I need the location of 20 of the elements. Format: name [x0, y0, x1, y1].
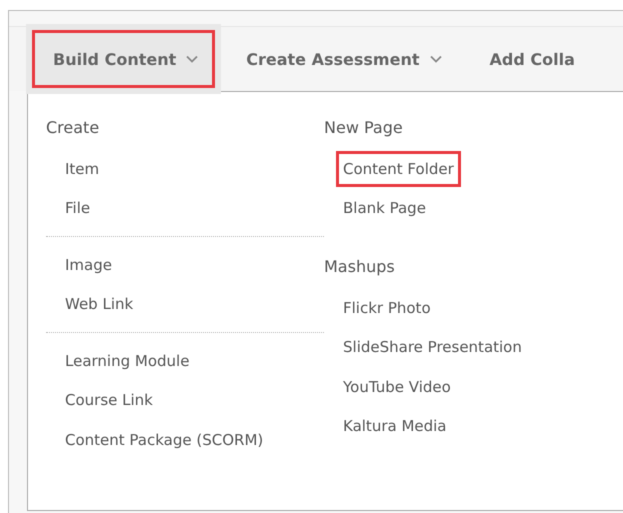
menu-item[interactable]: Flickr Photo: [336, 290, 438, 326]
menu-item[interactable]: Course Link: [58, 382, 160, 418]
menu-item[interactable]: Web Link: [58, 286, 140, 322]
menu-tab[interactable]: Add Colla: [468, 30, 592, 88]
menu-item[interactable]: Image: [58, 246, 119, 283]
menu-item[interactable]: Content Folder: [336, 150, 461, 187]
menu-heading: Mashups: [324, 256, 396, 278]
caret-icon: [186, 55, 198, 63]
menu-heading: New Page: [324, 117, 404, 139]
menu-item[interactable]: YouTube Video: [336, 368, 458, 405]
menu-heading: Create: [46, 117, 100, 139]
menu-tab[interactable]: Create Assessment: [225, 30, 458, 88]
menu-item[interactable]: Learning Module: [58, 342, 196, 379]
menu-item[interactable]: Content Package (SCORM): [58, 422, 270, 458]
caret-icon: [430, 55, 442, 63]
menu-item[interactable]: SlideShare Presentation: [336, 329, 529, 366]
menu-item[interactable]: Item: [58, 150, 106, 187]
menu-item[interactable]: Kaltura Media: [336, 408, 454, 444]
menu-item[interactable]: Blank Page: [336, 190, 433, 226]
menu-item[interactable]: File: [58, 190, 98, 226]
